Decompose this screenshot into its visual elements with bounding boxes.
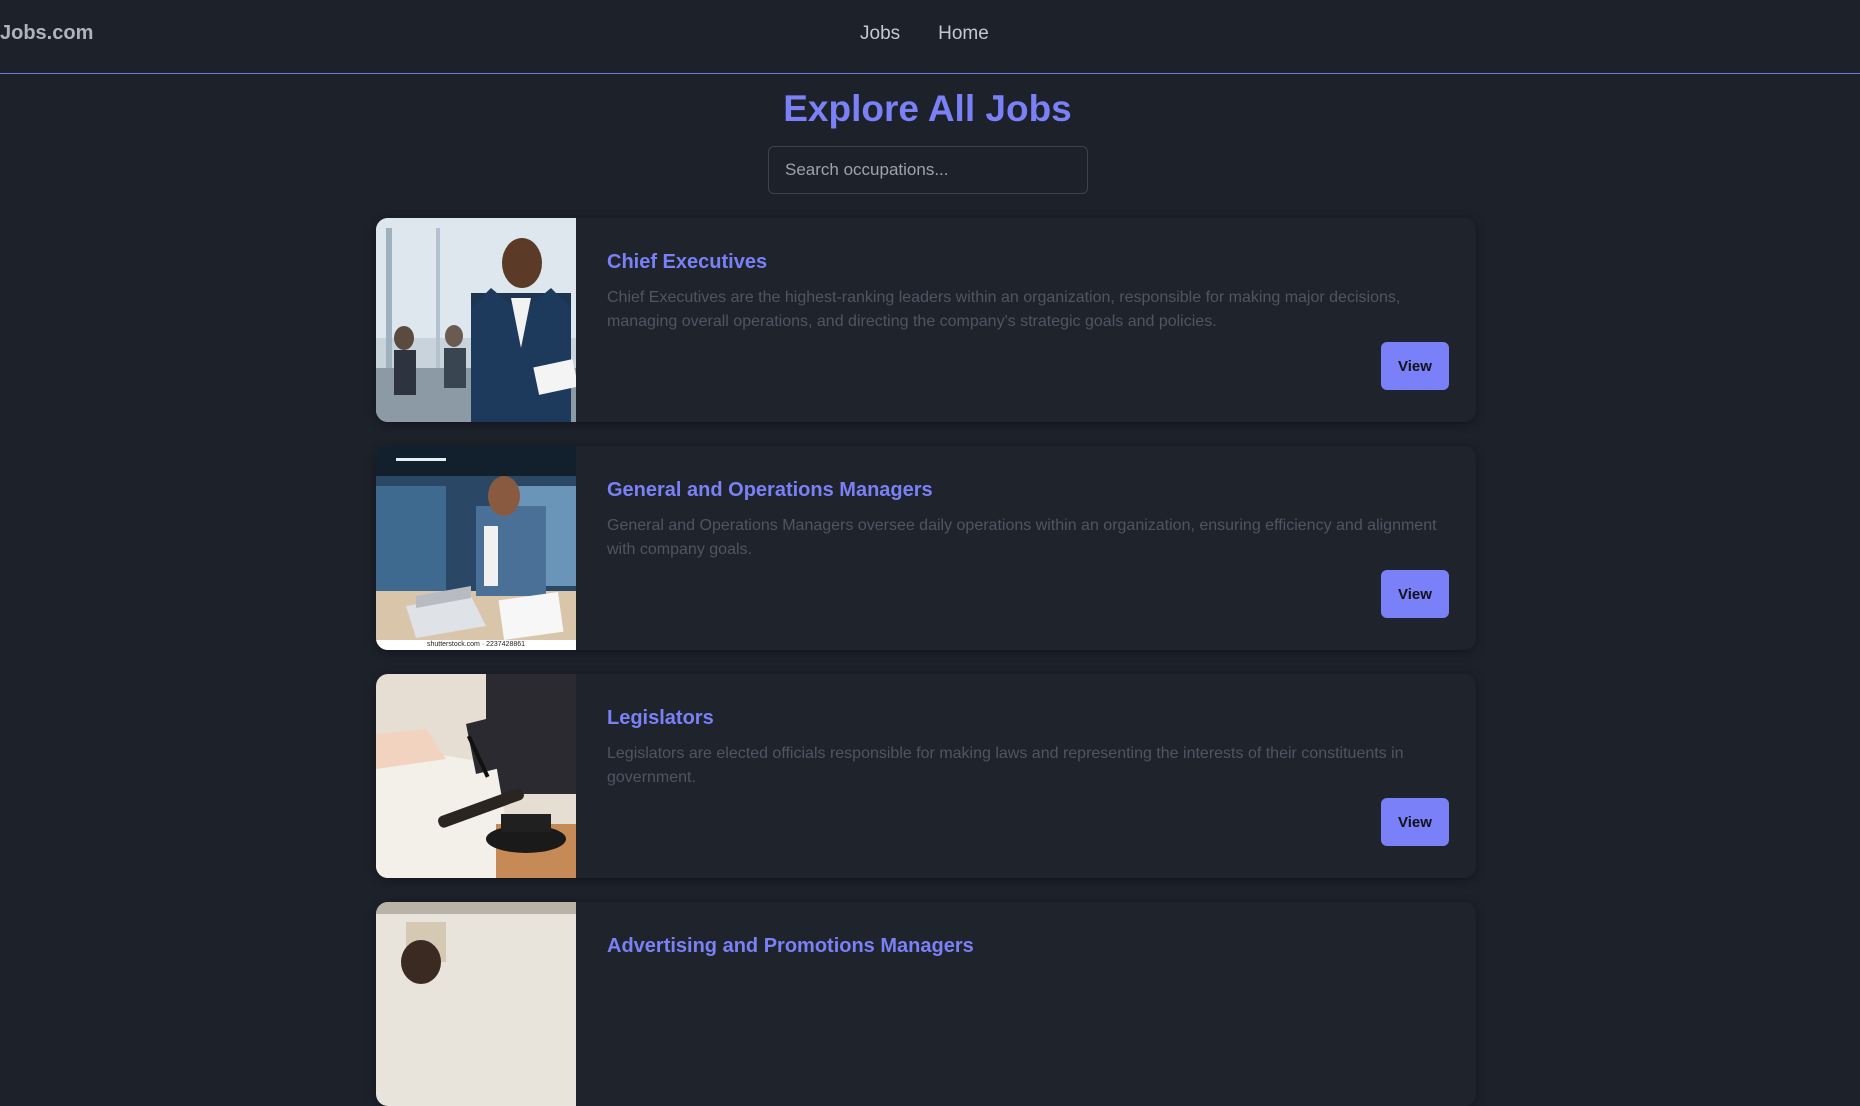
image-watermark: shutterstock.com · 2237428861 xyxy=(376,640,576,650)
job-title[interactable]: General and Operations Managers xyxy=(607,479,933,502)
job-description: General and Operations Managers oversee … xyxy=(607,517,1437,558)
job-card-chief-executives: Chief Executives Chief Executives are th… xyxy=(376,218,1476,422)
nav-links: Jobs Home xyxy=(860,23,989,45)
job-card-legislators: Legislators Legislators are elected offi… xyxy=(376,674,1476,878)
job-title[interactable]: Legislators xyxy=(607,707,714,730)
job-image-chief-executives xyxy=(376,218,576,422)
job-title[interactable]: Chief Executives xyxy=(607,251,767,274)
job-card-advertising-promotions-managers: Advertising and Promotions Managers xyxy=(376,902,1476,1106)
job-image-legislators xyxy=(376,674,576,878)
nav-link-home[interactable]: Home xyxy=(938,23,989,45)
view-button[interactable]: View xyxy=(1381,798,1449,846)
job-description: Chief Executives are the highest-ranking… xyxy=(607,289,1401,330)
nav-link-jobs[interactable]: Jobs xyxy=(860,23,900,45)
brand-logo[interactable]: Jobs.com xyxy=(0,22,93,45)
job-card-general-operations-managers: shutterstock.com · 2237428861 General an… xyxy=(376,446,1476,650)
job-description: Legislators are elected officials respon… xyxy=(607,745,1404,786)
search-input[interactable] xyxy=(768,146,1088,194)
job-image-advertising-promotions-managers xyxy=(376,902,576,1106)
page-title: Explore All Jobs xyxy=(783,88,1072,129)
job-image-general-operations-managers: shutterstock.com · 2237428861 xyxy=(376,446,576,650)
view-button[interactable]: View xyxy=(1381,342,1449,390)
view-button[interactable]: View xyxy=(1381,570,1449,618)
top-navbar: Jobs.com Jobs Home xyxy=(0,0,1860,74)
